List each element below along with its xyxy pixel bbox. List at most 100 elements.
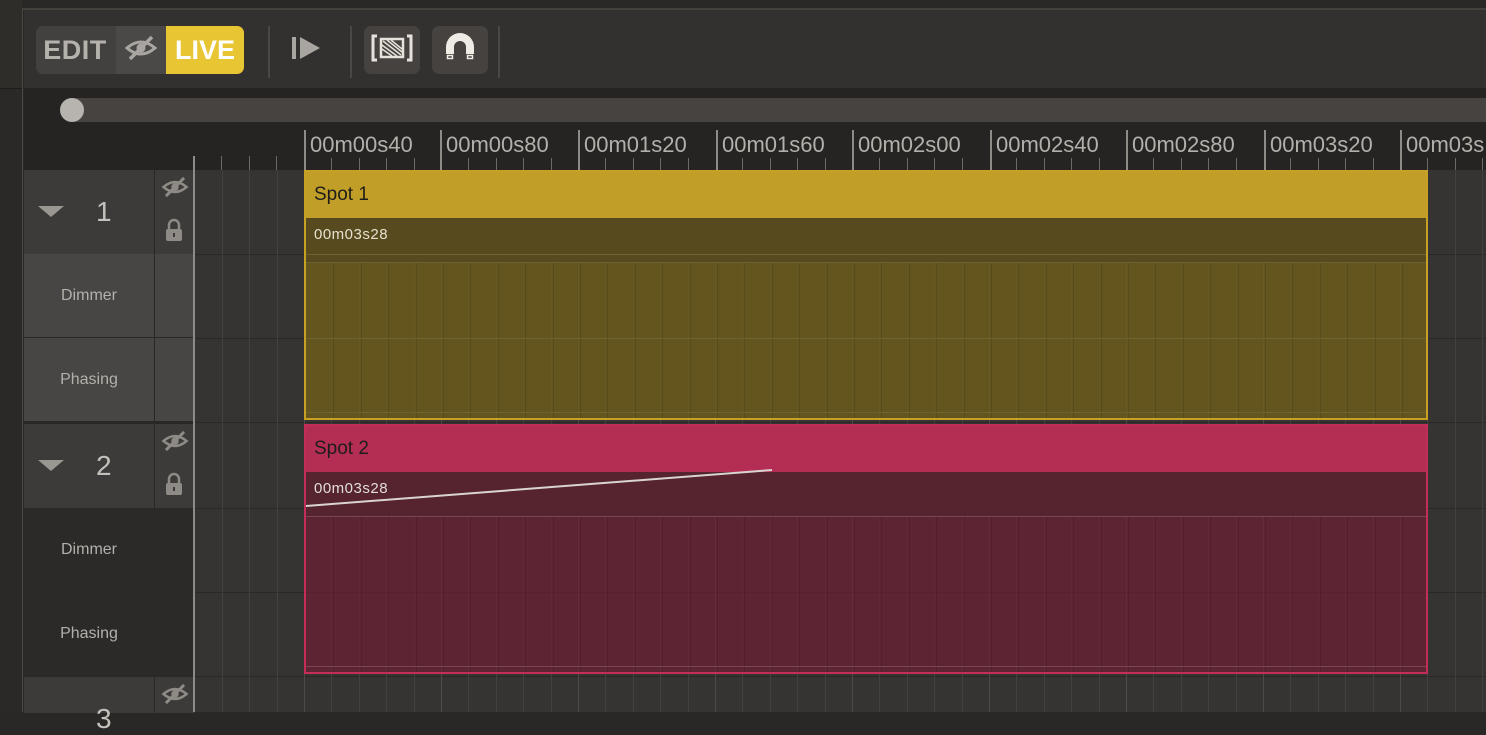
clip-grid-line [1238, 262, 1239, 418]
clip-grid-line [333, 262, 334, 418]
eye-off-icon [124, 35, 158, 66]
ruler-minor-tick [742, 158, 743, 170]
hide-mode-button[interactable] [116, 26, 166, 74]
toolbar-divider [268, 26, 270, 78]
zoom-fit-button[interactable] [364, 26, 420, 74]
timeline-scrollbar[interactable] [60, 98, 1486, 122]
ruler-label: 00m02s80 [1132, 132, 1235, 157]
ruler-tick [990, 130, 992, 170]
ruler-label: 00m02s00 [858, 132, 961, 157]
ruler-minor-tick [1482, 158, 1483, 170]
toolbar-divider [350, 26, 352, 78]
clip-grid-line [553, 262, 554, 418]
edit-mode-button[interactable]: EDIT [36, 26, 114, 74]
param-row-dimmer[interactable]: Dimmer [24, 508, 154, 592]
clip-grid-line [361, 262, 362, 418]
ruler-tick [440, 130, 442, 170]
ruler-minor-tick [1153, 158, 1154, 170]
clip-grid-line [909, 262, 910, 418]
ruler-minor-tick [633, 158, 634, 170]
playhead[interactable] [193, 156, 195, 712]
toolbar-divider [498, 26, 500, 78]
ruler-minor-tick [1318, 158, 1319, 170]
clip-grid-line [690, 262, 691, 418]
snap-magnet-button[interactable] [432, 26, 488, 74]
track-header-1[interactable]: 1 [24, 170, 154, 255]
scrollbar-handle[interactable] [60, 98, 84, 122]
clip-duration: 00m03s28 [314, 226, 389, 243]
ruler-minor-tick [962, 158, 963, 170]
ruler-tick [1126, 130, 1128, 170]
param-row-dimmer[interactable]: Dimmer [24, 254, 154, 338]
lock-icon[interactable] [165, 218, 183, 247]
param-row-side [154, 592, 195, 676]
ruler-minor-tick [605, 158, 606, 170]
ruler-tick [1264, 130, 1266, 170]
clip-spot-2[interactable]: Spot 2 00m03s28 [304, 424, 1428, 674]
track-controls-1 [154, 170, 195, 254]
ruler-minor-tick [770, 158, 771, 170]
ruler-minor-tick [1373, 158, 1374, 170]
ruler-minor-tick [934, 158, 935, 170]
toolbar: EDIT LIVE [24, 10, 1486, 88]
clip-grid-line [662, 262, 663, 418]
param-row-side [154, 254, 195, 338]
ruler-minor-tick [1345, 158, 1346, 170]
param-row-phasing[interactable]: Phasing [24, 592, 154, 676]
mode-switch: EDIT LIVE [36, 26, 244, 74]
clip-grid-line [607, 262, 608, 418]
param-row-phasing[interactable]: Phasing [24, 338, 154, 422]
clip-header[interactable]: Spot 1 [306, 172, 1426, 218]
fade-curve[interactable] [306, 426, 1428, 674]
clip-grid-line [1292, 262, 1293, 418]
clip-grid-line [388, 262, 389, 418]
visibility-toggle-icon[interactable] [161, 430, 189, 457]
grid-line [277, 170, 278, 712]
ruler-minor-tick [331, 158, 332, 170]
time-ruler[interactable]: 00m00s40 00m00s80 00m01s20 00m01s60 00m0… [304, 128, 1486, 170]
clip-grid-line [1018, 262, 1019, 418]
clip-grid-line [991, 262, 992, 418]
ruler-minor-tick [523, 158, 524, 170]
clip-grid-line [498, 262, 499, 418]
ruler-minor-tick [1208, 158, 1209, 170]
clip-spot-1[interactable]: Spot 1 00m03s28 [304, 170, 1428, 420]
grid-line [1482, 170, 1483, 712]
play-from-start-button[interactable] [284, 26, 330, 74]
clip-grid-line [1046, 262, 1047, 418]
collapse-arrow-icon[interactable] [38, 460, 64, 471]
ruler-minor-tick [1071, 158, 1072, 170]
ruler-minor-tick [688, 158, 689, 170]
clip-grid-line [772, 262, 773, 418]
ruler-minor-tick [221, 156, 222, 170]
ruler-label: 00m00s40 [310, 132, 413, 157]
visibility-toggle-icon[interactable] [161, 683, 189, 710]
ruler-minor-tick [276, 156, 277, 170]
ruler-minor-tick [1455, 158, 1456, 170]
ruler-minor-ticks [194, 156, 304, 170]
ruler-label: 00m03s [1406, 132, 1485, 157]
ruler-label: 00m03s20 [1270, 132, 1373, 157]
ruler-minor-tick [1099, 158, 1100, 170]
ruler-minor-tick [249, 156, 250, 170]
live-mode-button[interactable]: LIVE [166, 26, 244, 74]
grid-line [249, 170, 250, 712]
clip-grid-line [799, 262, 800, 418]
clip-grid-line [1101, 262, 1102, 418]
clip-grid-line [1402, 262, 1403, 418]
clip-grid-line [936, 262, 937, 418]
ruler-minor-tick [414, 158, 415, 170]
track-header-2[interactable]: 2 [24, 424, 154, 509]
ruler-tick [1400, 130, 1402, 170]
lock-icon[interactable] [165, 472, 183, 501]
track-number: 3 [96, 703, 112, 734]
clip-grid-line [416, 262, 417, 418]
visibility-toggle-icon[interactable] [161, 176, 189, 203]
ruler-minor-tick [386, 158, 387, 170]
ruler-label: 00m02s40 [996, 132, 1099, 157]
param-row-side [154, 508, 195, 592]
clip-grid-line [1320, 262, 1321, 418]
collapse-arrow-icon[interactable] [38, 206, 64, 217]
ruler-minor-tick [825, 158, 826, 170]
track-header-3[interactable]: 3 [24, 676, 154, 734]
